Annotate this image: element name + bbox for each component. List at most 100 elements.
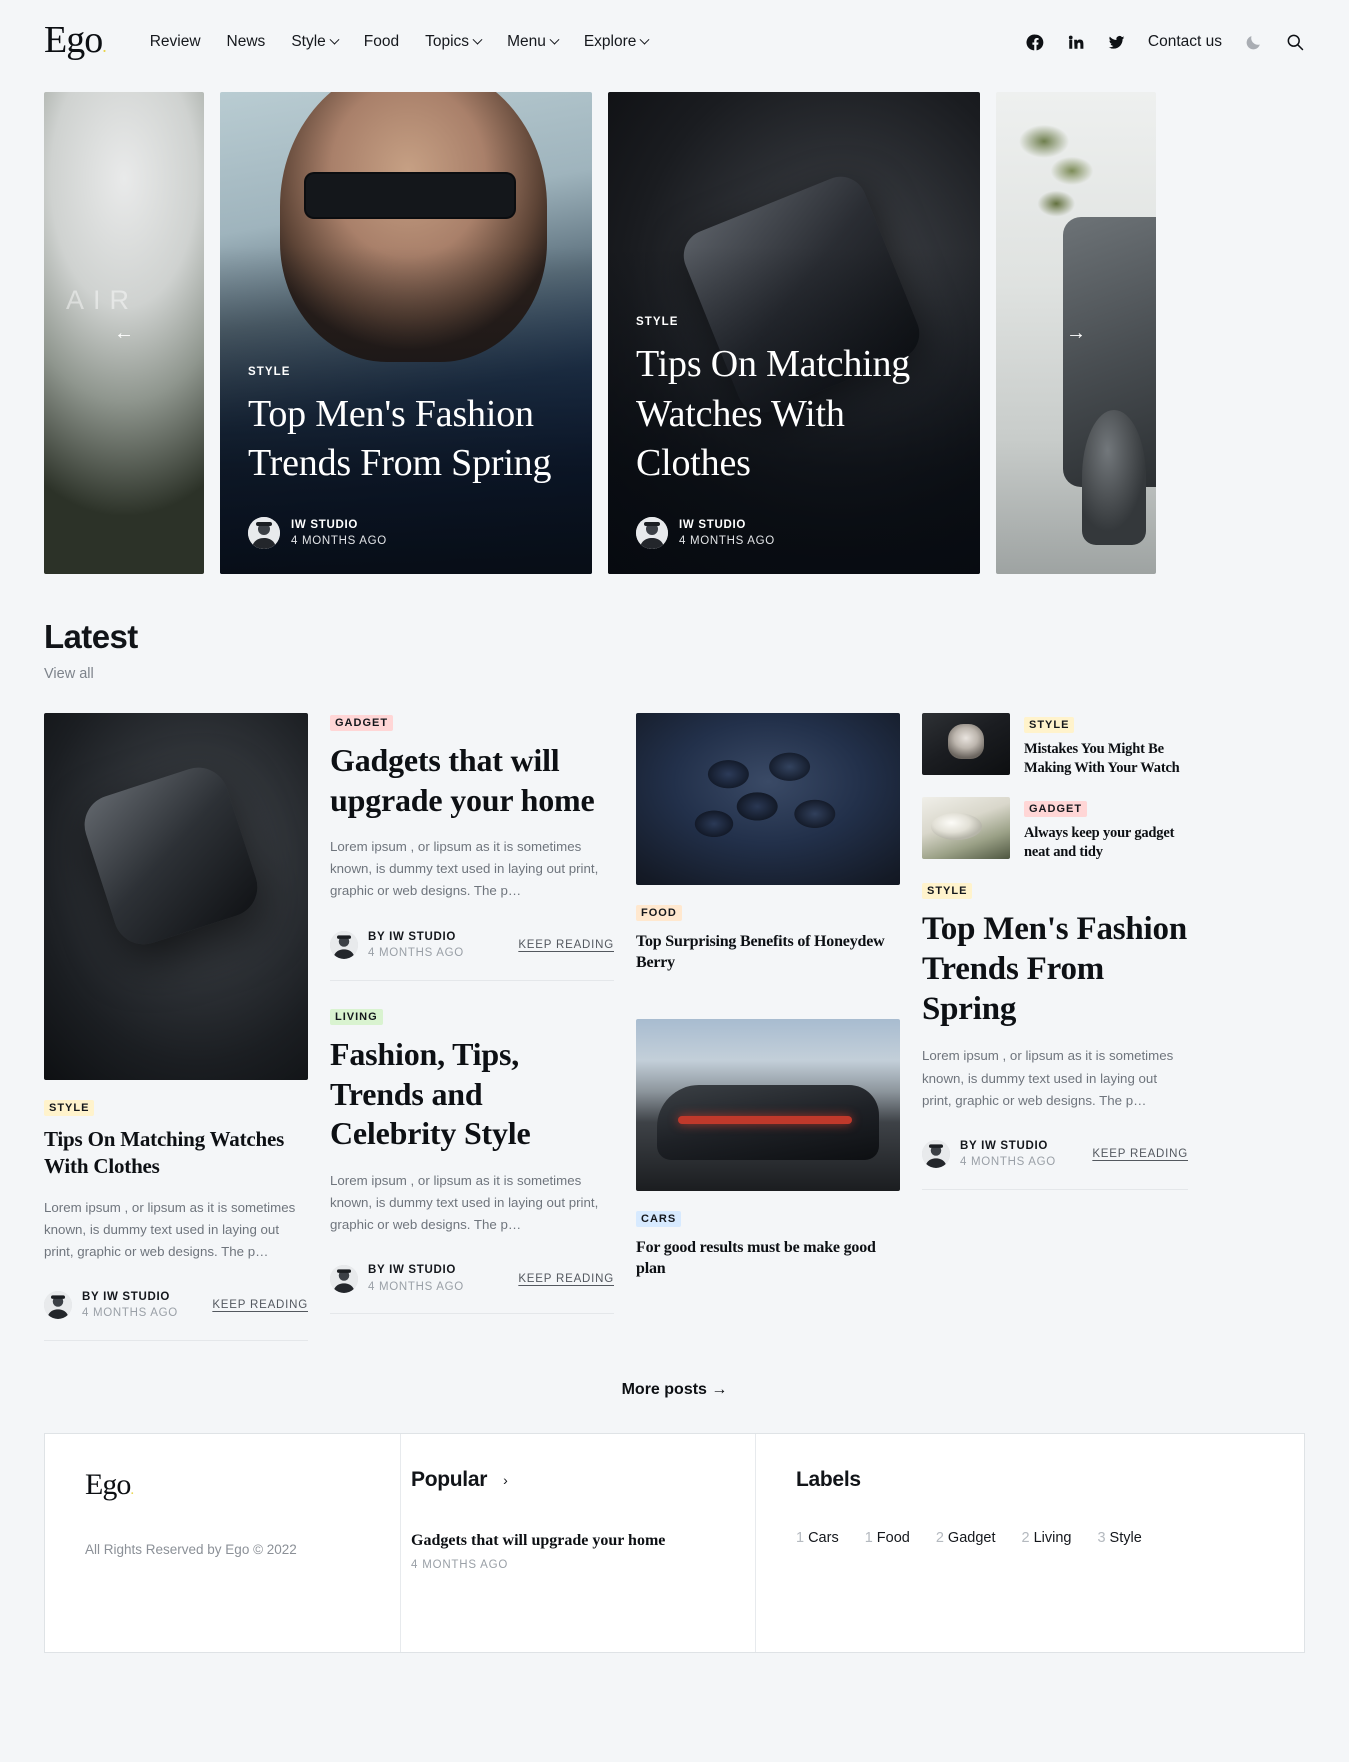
nav-label: Explore [583,33,637,50]
contact-us-link[interactable]: Contact us [1148,33,1222,51]
carousel-next-button[interactable]: → [1059,316,1093,350]
article-byline: BY IW STUDIO 4 MONTHS AGO [368,929,464,962]
article-title[interactable]: Top Surprising Benefits of Honeydew Berr… [636,931,900,973]
category-tag[interactable]: GADGET [1024,800,1088,817]
article-byline: BY IW STUDIO 4 MONTHS AGO [82,1289,178,1322]
category-tag[interactable]: STYLE [44,1100,95,1116]
article-title[interactable]: Gadgets that will upgrade your home [330,741,614,820]
category-tag[interactable]: CARS [636,1211,682,1228]
twitter-icon[interactable] [1107,33,1126,52]
category-tag[interactable]: LIVING [330,1008,383,1025]
hero-slide-prev[interactable]: ← [44,92,204,574]
article-thumbnail[interactable] [636,713,900,885]
article-title[interactable]: For good results must be make good plan [636,1237,900,1279]
label-item-style[interactable]: 3 Style [1097,1530,1141,1546]
article-card-watches[interactable]: STYLE Tips On Matching Watches With Clot… [44,713,308,1342]
page-title: Latest [44,618,138,655]
article-title[interactable]: Mistakes You Might Be Making With Your W… [1024,740,1188,779]
by-prefix: BY [82,1290,100,1303]
keep-reading-link[interactable]: KEEP READING [518,939,614,951]
nav-item-menu[interactable]: Menu [507,33,560,51]
article-date: 4 MONTHS AGO [368,1280,464,1293]
nav-item-food[interactable]: Food [364,33,399,51]
nav-item-review[interactable]: Review [150,33,201,51]
popular-post-title[interactable]: Gadgets that will upgrade your home [411,1532,745,1550]
linkedin-icon[interactable] [1067,33,1085,51]
article-card-watch-mistakes[interactable]: STYLE Mistakes You Might Be Making With … [922,713,1188,779]
keep-reading-link[interactable]: KEEP READING [1092,1148,1188,1160]
article-title[interactable]: Tips On Matching Watches With Clothes [44,1126,308,1181]
article-author: BY IW STUDIO [368,1262,464,1279]
footer-logo-text: Ego [85,1468,131,1502]
nav-item-style[interactable]: Style [291,33,340,51]
category-tag[interactable]: FOOD [636,905,682,921]
nav-item-topics[interactable]: Topics [425,33,483,51]
hero-slide-fashion[interactable]: STYLE Top Men's Fashion Trends From Spri… [220,92,592,574]
article-card-gadget-tidy[interactable]: GADGET Always keep your gadget neat and … [922,796,1188,863]
hero-slide-next[interactable]: → [996,92,1156,574]
label-item-food[interactable]: 1 Food [865,1530,910,1546]
hero-caption: STYLE Tips On Matching Watches With Clot… [608,290,980,574]
footer-logo[interactable]: Ego. [85,1468,360,1502]
footer-popular-column: Popular › Gadgets that will upgrade your… [400,1434,755,1653]
article-author: BY IW STUDIO [82,1289,178,1306]
author-name: IW STUDIO [981,1139,1049,1152]
article-column-2: GADGET Gadgets that will upgrade your ho… [330,713,614,1315]
nav-label: Style [291,33,326,50]
article-title[interactable]: Always keep your gadget neat and tidy [1024,824,1188,863]
article-title[interactable]: Top Men's Fashion Trends From Spring [922,909,1188,1030]
article-excerpt: Lorem ipsum , or lipsum as it is sometim… [922,1048,1174,1108]
label-count: 2 [935,1530,944,1547]
chevron-down-icon [329,34,340,45]
article-thumbnail[interactable] [922,713,1010,775]
avatar [922,1140,950,1169]
category-tag[interactable]: GADGET [330,715,394,731]
keep-reading-link[interactable]: KEEP READING [518,1273,614,1285]
nav-label: Review [149,33,201,50]
article-card-spring-trends[interactable]: STYLE Top Men's Fashion Trends From Spri… [922,881,1188,1190]
chevron-right-icon[interactable]: › [503,1472,508,1488]
label-item-living[interactable]: 2 Living [1022,1530,1072,1546]
carousel-prev-button[interactable]: ← [107,316,141,350]
category-tag[interactable]: STYLE [922,882,973,899]
labels-heading: Labels [796,1468,1264,1492]
keep-reading-link[interactable]: KEEP READING [212,1299,308,1311]
hero-slide-watches[interactable]: STYLE Tips On Matching Watches With Clot… [608,92,980,574]
article-image-portrait [922,713,1010,775]
main-nav: Review News Style Food Topics Menu Explo… [150,33,650,51]
site-logo[interactable]: Ego. [44,21,107,59]
article-card-gadgets[interactable]: GADGET Gadgets that will upgrade your ho… [330,713,614,981]
nav-item-explore[interactable]: Explore [583,33,650,51]
hero-kicker[interactable]: STYLE [248,366,564,378]
hero-byline: IW STUDIO 4 MONTHS AGO [248,517,564,550]
article-author: BY IW STUDIO [368,929,464,946]
article-thumbnail[interactable] [636,1019,900,1192]
article-card-good-plan[interactable]: CARS For good results must be make good … [636,1019,900,1279]
label-item-cars[interactable]: 1 Cars [796,1530,839,1546]
divider [330,979,614,981]
more-posts-button[interactable]: More posts → [0,1341,1349,1433]
hero-title[interactable]: Top Men's Fashion Trends From Spring [248,390,564,489]
latest-grid: STYLE Tips On Matching Watches With Clot… [0,683,1349,1342]
moon-icon[interactable] [1244,33,1263,52]
labels-heading-label: Labels [796,1468,861,1492]
article-thumbnail[interactable] [44,713,308,1080]
article-card-fashion-tips[interactable]: LIVING Fashion, Tips, Trends and Celebri… [330,1007,614,1315]
label-item-gadget[interactable]: 2 Gadget [936,1530,996,1546]
view-all-link[interactable]: View all [44,666,94,682]
author-name: IW STUDIO [103,1290,171,1303]
article-title[interactable]: Fashion, Tips, Trends and Celebrity Styl… [330,1035,614,1154]
article-thumbnail[interactable] [922,796,1010,859]
article-card-honeydew[interactable]: FOOD Top Surprising Benefits of Honeydew… [636,713,900,973]
avatar [248,517,280,550]
label-count: 1 [796,1530,805,1547]
category-tag[interactable]: STYLE [1024,717,1075,733]
nav-item-news[interactable]: News [227,33,266,51]
hero-title[interactable]: Tips On Matching Watches With Clothes [636,340,952,488]
header-actions: Contact us [1026,32,1305,52]
search-icon[interactable] [1285,32,1305,52]
hero-byline-text: IW STUDIO 4 MONTHS AGO [291,517,387,550]
hero-kicker[interactable]: STYLE [636,316,952,328]
facebook-icon[interactable] [1026,33,1045,52]
by-prefix: BY [368,930,386,943]
